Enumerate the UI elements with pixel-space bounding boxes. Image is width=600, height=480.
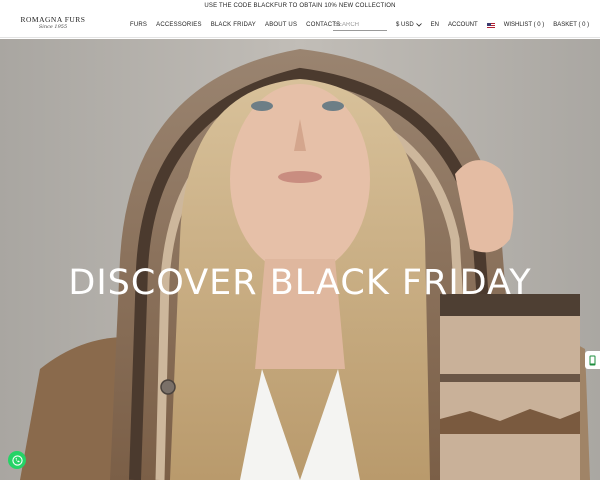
logo[interactable]: ROMAGNA FURS Since 1955 — [18, 16, 88, 36]
nav-item-accessories[interactable]: ACCESSORIES — [156, 22, 202, 28]
wishlist-link[interactable]: WISHLIST ( 0 ) — [504, 22, 545, 28]
side-contact-tab[interactable] — [585, 351, 600, 369]
language-selector[interactable]: EN — [431, 22, 439, 28]
announcement-bar: USE THE CODE BLACKFUR TO OBTAIN 10% NEW … — [0, 0, 600, 12]
chevron-down-icon — [415, 23, 422, 27]
nav-item-black-friday[interactable]: BLACK FRIDAY — [211, 22, 256, 28]
basket-link[interactable]: BASKET ( 0 ) — [553, 22, 589, 28]
site-header: ROMAGNA FURS Since 1955 FURS ACCESSORIES… — [0, 12, 600, 38]
search-input[interactable] — [333, 19, 387, 31]
whatsapp-icon[interactable] — [8, 451, 26, 469]
hero-image — [0, 39, 600, 480]
hero-banner[interactable]: DISCOVER BLACK FRIDAY — [0, 39, 600, 480]
whatsapp-glyph-icon — [11, 454, 23, 466]
currency-label: $ USD — [396, 22, 414, 28]
utility-nav: $ USD EN ACCOUNT WISHLIST ( 0 ) BASKET (… — [396, 12, 589, 38]
account-link[interactable]: ACCOUNT — [448, 22, 478, 28]
nav-item-about-us[interactable]: ABOUT US — [265, 22, 297, 28]
logo-brand: ROMAGNA FURS — [20, 15, 86, 24]
currency-selector[interactable]: $ USD — [396, 22, 422, 28]
phone-icon — [589, 355, 596, 365]
main-nav: FURS ACCESSORIES BLACK FRIDAY ABOUT US C… — [130, 12, 340, 38]
nav-item-furs[interactable]: FURS — [130, 22, 147, 28]
hero-title: DISCOVER BLACK FRIDAY — [68, 263, 532, 303]
us-flag-icon[interactable] — [486, 22, 495, 28]
logo-since: Since 1955 — [38, 24, 68, 30]
